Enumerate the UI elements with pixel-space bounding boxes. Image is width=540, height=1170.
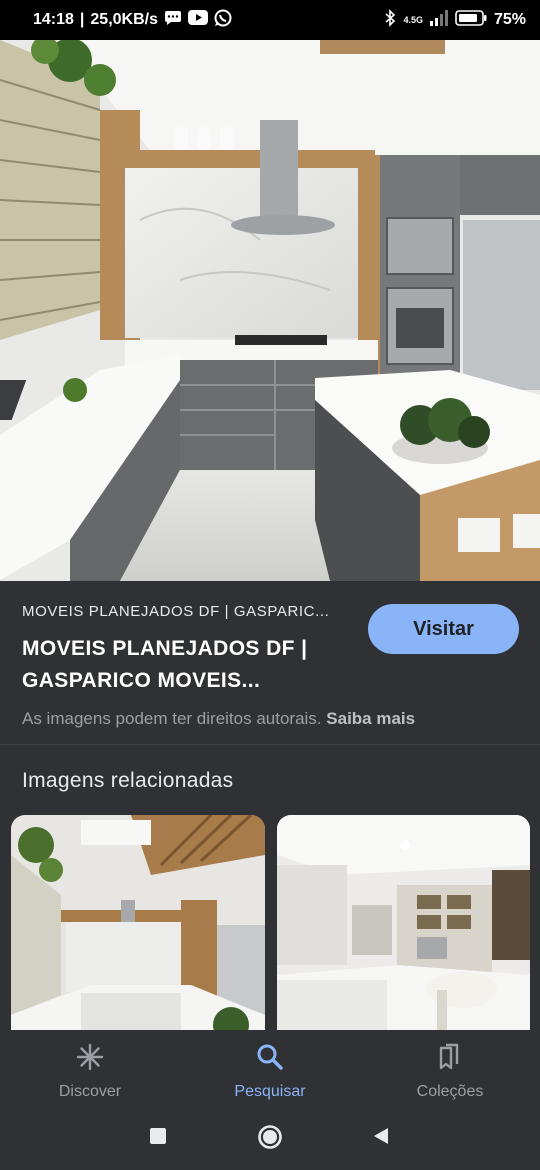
home-icon[interactable] (257, 1124, 283, 1155)
nav-label: Discover (58, 1083, 122, 1100)
network-type: 4.5G (403, 15, 423, 25)
learn-more-link[interactable]: Saiba mais (326, 709, 415, 728)
status-speed: 25,0KB/s (90, 11, 158, 28)
bottom-navigation: Discover Pesquisar Coleções (0, 1030, 540, 1105)
nav-item-discover[interactable]: Discover (0, 1030, 180, 1105)
nav-label: Pesquisar (234, 1083, 306, 1100)
nav-label: Coleções (416, 1083, 484, 1100)
message-icon (164, 10, 182, 31)
battery-percent: 75% (493, 11, 526, 28)
collections-icon (435, 1042, 465, 1077)
visit-button[interactable]: Visitar (368, 604, 519, 654)
nav-item-collections[interactable]: Coleções (360, 1030, 540, 1105)
status-time: 14:18 (33, 11, 74, 28)
related-heading: Imagens relacionadas (22, 769, 234, 792)
related-image-thumbnail[interactable] (277, 815, 530, 1030)
system-navigation (0, 1105, 540, 1170)
related-images-section: Imagens relacionadas (0, 745, 540, 1030)
kitchen-image[interactable] (0, 40, 540, 581)
related-image-thumbnail[interactable] (11, 815, 265, 1030)
whatsapp-icon (214, 9, 232, 32)
search-icon (255, 1042, 285, 1077)
battery-icon (455, 9, 487, 31)
asterisk-icon (75, 1042, 105, 1077)
copyright-notice: As imagens podem ter direitos autorais. … (22, 709, 416, 728)
youtube-icon (188, 10, 208, 30)
result-info: MOVEIS PLANEJADOS DF | GASPARIC... MOVEI… (0, 581, 540, 744)
nav-item-search[interactable]: Pesquisar (180, 1030, 360, 1105)
status-bar: 14:18 | 25,0KB/s 4.5G 75% (0, 0, 540, 40)
back-icon[interactable] (372, 1127, 390, 1150)
signal-icon (429, 9, 448, 31)
result-source[interactable]: MOVEIS PLANEJADOS DF | GASPARIC... (22, 603, 352, 620)
recents-icon[interactable] (149, 1127, 167, 1150)
result-title[interactable]: MOVEIS PLANEJADOS DF | GASPARICO MOVEIS.… (22, 633, 342, 697)
bluetooth-icon (384, 8, 396, 32)
